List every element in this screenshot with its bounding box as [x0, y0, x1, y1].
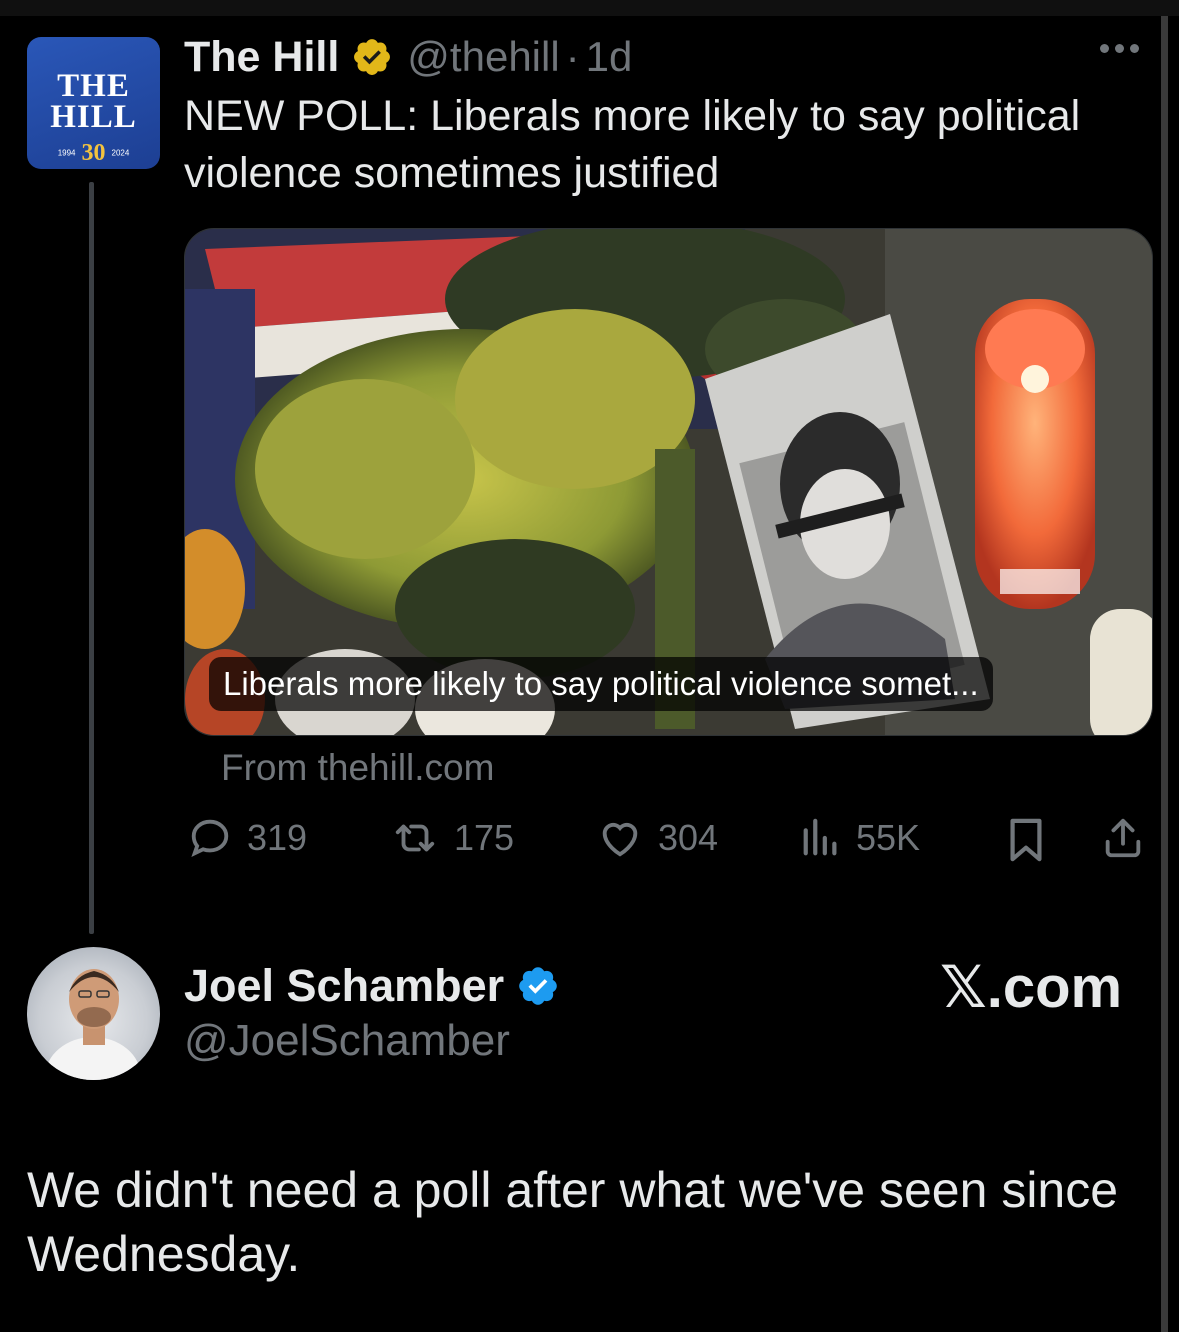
views-icon — [803, 818, 837, 856]
tweet-actions: 319 175 304 55K — [0, 815, 1179, 875]
blue-verified-icon[interactable] — [516, 964, 560, 1008]
joel-avatar[interactable] — [27, 947, 160, 1080]
logo-year-end: 2024 — [111, 148, 130, 158]
x-com-watermark: 𝕏.com — [940, 955, 1123, 1020]
tweet-header: The Hill @thehill · 1d — [184, 32, 632, 82]
link-source[interactable]: From thehill.com — [221, 747, 494, 789]
separator-dot: · — [565, 33, 580, 80]
heart-icon — [602, 822, 638, 857]
repost-icon — [395, 824, 435, 852]
reply-author-name[interactable]: Joel Schamber — [184, 960, 504, 1012]
top-bar — [0, 0, 1179, 16]
scrollbar[interactable] — [1161, 16, 1168, 1332]
tweet-age[interactable]: 1d — [586, 33, 633, 81]
view-count: 55K — [856, 817, 921, 858]
logo-year-start: 1994 — [57, 148, 76, 158]
logo-anniversary: 1994 30 2024 — [27, 140, 160, 167]
share-button[interactable] — [1100, 815, 1146, 861]
reply-author-handle[interactable]: @JoelSchamber — [184, 1016, 510, 1066]
more-options-icon[interactable] — [1100, 44, 1139, 53]
person-portrait-icon — [45, 969, 141, 1080]
author-handle[interactable]: @thehill — [407, 33, 559, 81]
bookmark-button[interactable] — [1005, 817, 1047, 863]
reply-button[interactable]: 319 — [187, 815, 307, 861]
repost-count: 175 — [454, 817, 515, 858]
repost-button[interactable]: 175 — [390, 815, 514, 861]
link-card[interactable]: Liberals more likely to say political vi… — [184, 228, 1153, 736]
logo-30: 30 — [81, 140, 106, 166]
reply-icon — [191, 819, 229, 858]
reply-count: 319 — [247, 817, 308, 858]
link-card-caption: Liberals more likely to say political vi… — [209, 657, 993, 711]
reply-text: We didn't need a poll after what we've s… — [27, 1162, 1119, 1282]
logo-word-the: THE — [57, 68, 130, 104]
gold-verified-icon[interactable] — [351, 36, 393, 78]
share-icon — [1105, 818, 1141, 858]
logo-word-hill: HILL — [50, 99, 137, 135]
views-button[interactable]: 55K — [800, 815, 920, 861]
author-name[interactable]: The Hill — [184, 33, 339, 82]
bookmark-icon — [1010, 818, 1042, 862]
thehill-avatar[interactable]: THE HILL 1994 30 2024 — [27, 37, 160, 169]
like-count: 304 — [658, 817, 719, 858]
tweet-text: NEW POLL: Liberals more likely to say po… — [184, 92, 1081, 197]
reply-author[interactable]: Joel Schamber — [184, 960, 560, 1012]
like-button[interactable]: 304 — [596, 815, 718, 861]
